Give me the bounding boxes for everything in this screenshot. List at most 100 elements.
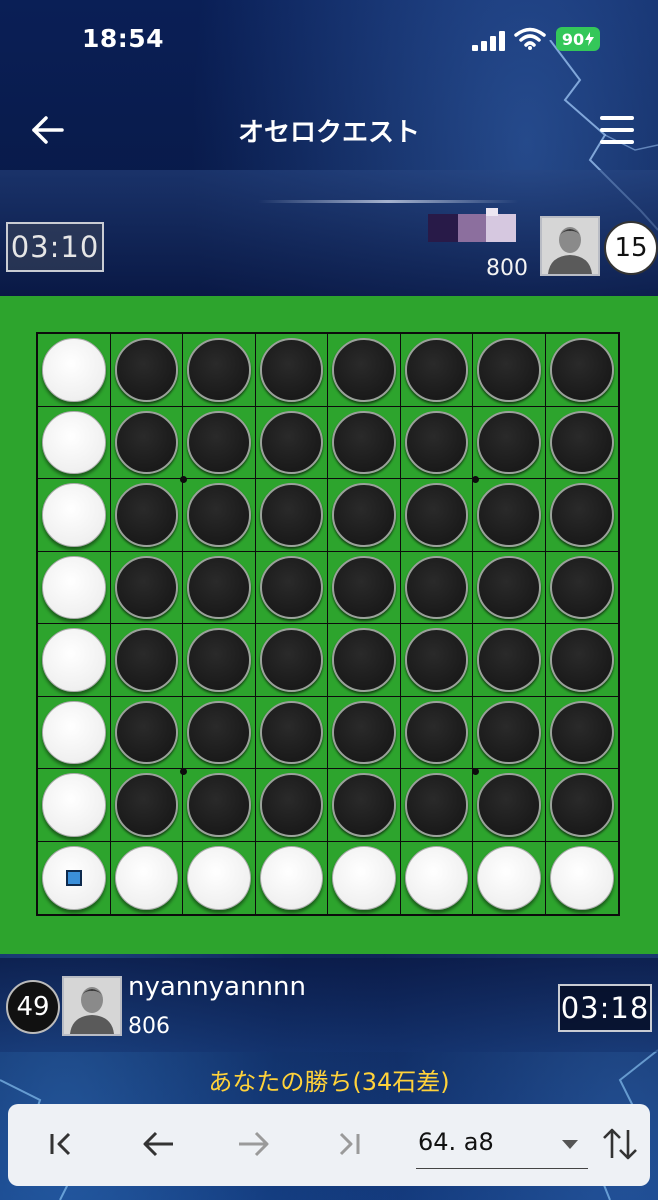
board-cell-h5[interactable] [545,624,618,697]
black-disc [187,555,251,619]
board-cell-b1[interactable] [110,334,183,407]
board-cell-a2[interactable] [38,406,111,479]
prev-move-button[interactable] [138,1126,178,1162]
board-cell-b2[interactable] [110,406,183,479]
board-cell-h3[interactable] [545,479,618,552]
player-rating: 806 [128,1014,170,1039]
board-cell-f6[interactable] [400,696,473,769]
black-disc [549,555,614,619]
board-cell-c6[interactable] [183,696,256,769]
page-title: オセロクエスト [237,118,420,148]
board-cell-g1[interactable] [473,334,546,407]
white-disc [332,845,396,910]
hamburger-menu-icon[interactable] [600,116,634,144]
board-cell-c2[interactable] [183,406,256,479]
move-select-dropdown[interactable]: 64. a8 [416,1124,588,1169]
board-cell-g5[interactable] [473,624,546,697]
board-cell-c3[interactable] [183,479,256,552]
opponent-timer: 03:10 [6,222,104,272]
board-cell-f3[interactable] [400,479,473,552]
board-cell-f1[interactable] [400,334,473,407]
board-cell-d6[interactable] [255,696,328,769]
board-cell-g8[interactable] [473,841,546,914]
board-cell-f5[interactable] [400,624,473,697]
first-move-button[interactable] [44,1126,80,1162]
board-cell-b4[interactable] [110,551,183,624]
board-cell-a7[interactable] [38,769,111,842]
last-move-button[interactable] [330,1126,366,1162]
board-cell-d4[interactable] [255,551,328,624]
board-cell-e1[interactable] [328,334,401,407]
opponent-disc-count: 15 [604,221,658,275]
black-disc [477,555,541,619]
black-disc [114,555,178,619]
board-cell-d3[interactable] [255,479,328,552]
board-cell-g4[interactable] [473,551,546,624]
black-disc [187,628,251,692]
board-cell-d7[interactable] [255,769,328,842]
board-cell-a6[interactable] [38,696,111,769]
board-cell-g3[interactable] [473,479,546,552]
board-cell-a8[interactable] [38,841,111,914]
board-cell-g7[interactable] [473,769,546,842]
board-cell-d5[interactable] [255,624,328,697]
white-disc [42,773,106,837]
board-grid [38,334,618,914]
board-cell-b3[interactable] [110,479,183,552]
player-timer: 03:18 [558,984,652,1032]
board-cell-c7[interactable] [183,769,256,842]
board-cell-g2[interactable] [473,406,546,479]
black-disc [404,700,468,764]
white-disc [549,845,614,910]
board-cell-a4[interactable] [38,551,111,624]
black-disc [259,555,323,619]
board-cell-a5[interactable] [38,624,111,697]
board-cell-e4[interactable] [328,551,401,624]
board-cell-e6[interactable] [328,696,401,769]
board-cell-c5[interactable] [183,624,256,697]
black-disc [404,338,468,402]
next-move-button[interactable] [234,1126,274,1162]
board-cell-b8[interactable] [111,841,183,914]
board-cell-c4[interactable] [183,551,256,624]
board-cell-f4[interactable] [400,551,473,624]
board-cell-f7[interactable] [400,769,473,842]
board-cell-h4[interactable] [545,552,618,624]
board-cell-a3[interactable] [38,479,111,552]
board-cell-e8[interactable] [328,841,401,914]
user-avatar-icon [64,978,120,1034]
board-cell-h1[interactable] [545,334,618,407]
board-cell-h6[interactable] [545,697,618,769]
skip-to-end-icon [339,1132,360,1156]
board-cell-b6[interactable] [110,696,183,769]
board-cell-e3[interactable] [328,479,401,552]
board-cell-c1[interactable] [183,334,256,407]
board-cell-c8[interactable] [183,841,256,914]
black-disc [404,628,468,692]
board-cell-e5[interactable] [328,624,401,697]
board-cell-a1[interactable] [38,334,111,407]
board-cell-f2[interactable] [400,406,473,479]
board-cell-e7[interactable] [328,769,401,842]
othello-board[interactable] [36,332,620,916]
skip-to-start-icon [50,1132,71,1156]
board-cell-b7[interactable] [110,769,183,842]
board-cell-d1[interactable] [255,334,328,407]
swap-vertical-icon [603,1128,637,1160]
board-cell-g6[interactable] [473,696,546,769]
board-cell-h2[interactable] [545,407,618,479]
black-disc [114,410,178,474]
swap-vertical-button[interactable] [600,1126,640,1162]
board-cell-f8[interactable] [401,841,473,914]
board-cell-e2[interactable] [328,406,401,479]
board-cell-d2[interactable] [255,406,328,479]
black-disc [187,773,251,837]
last-move-marker [65,869,82,886]
board-cell-d8[interactable] [256,841,328,914]
board-cell-h7[interactable] [545,769,618,842]
black-disc [114,700,178,764]
arrow-right-icon [239,1131,269,1157]
board-cell-h8[interactable] [546,842,619,915]
black-disc [477,773,541,837]
board-cell-b5[interactable] [110,624,183,697]
